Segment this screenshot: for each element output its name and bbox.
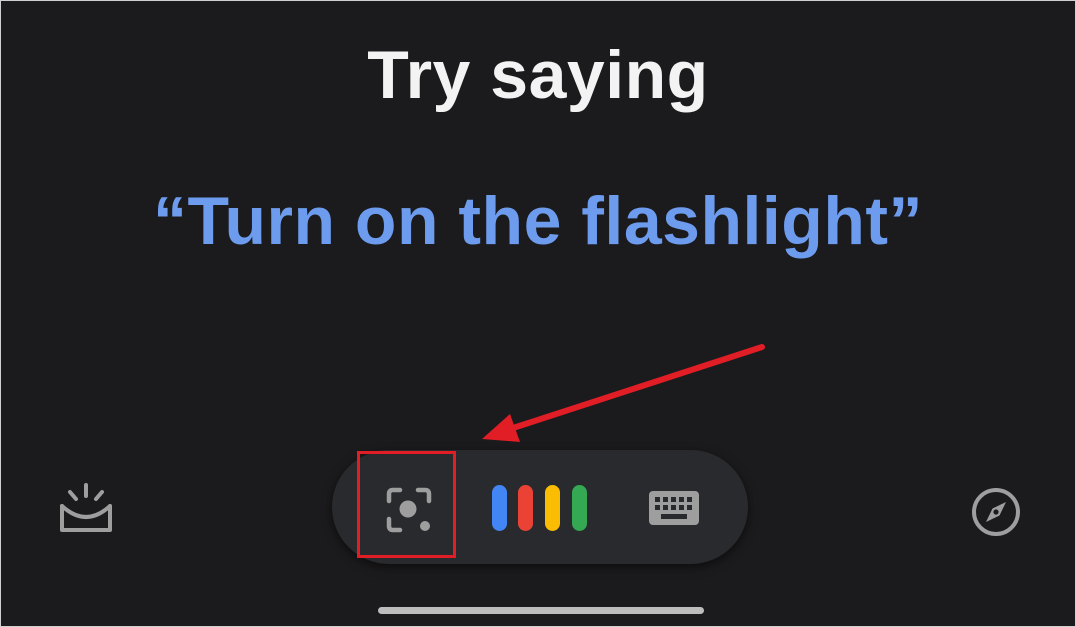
home-indicator[interactable]: [378, 607, 704, 614]
suggestion-text: “Turn on the flashlight”: [153, 183, 923, 259]
mic-bar-red: [518, 485, 533, 531]
lens-button[interactable]: [383, 484, 435, 536]
keyboard-icon: [649, 491, 699, 525]
snapshot-button[interactable]: [56, 482, 116, 534]
mic-bar-green: [572, 485, 587, 531]
explore-button[interactable]: [970, 486, 1022, 538]
voice-mic-button[interactable]: [490, 485, 590, 533]
compass-icon: [972, 488, 1020, 536]
mic-bar-blue: [492, 485, 507, 531]
lens-icon: [386, 487, 432, 533]
mic-bar-yellow: [545, 485, 560, 531]
prompt-title: Try saying: [367, 37, 709, 113]
snapshot-icon: [60, 483, 112, 532]
keyboard-button[interactable]: [648, 488, 700, 530]
